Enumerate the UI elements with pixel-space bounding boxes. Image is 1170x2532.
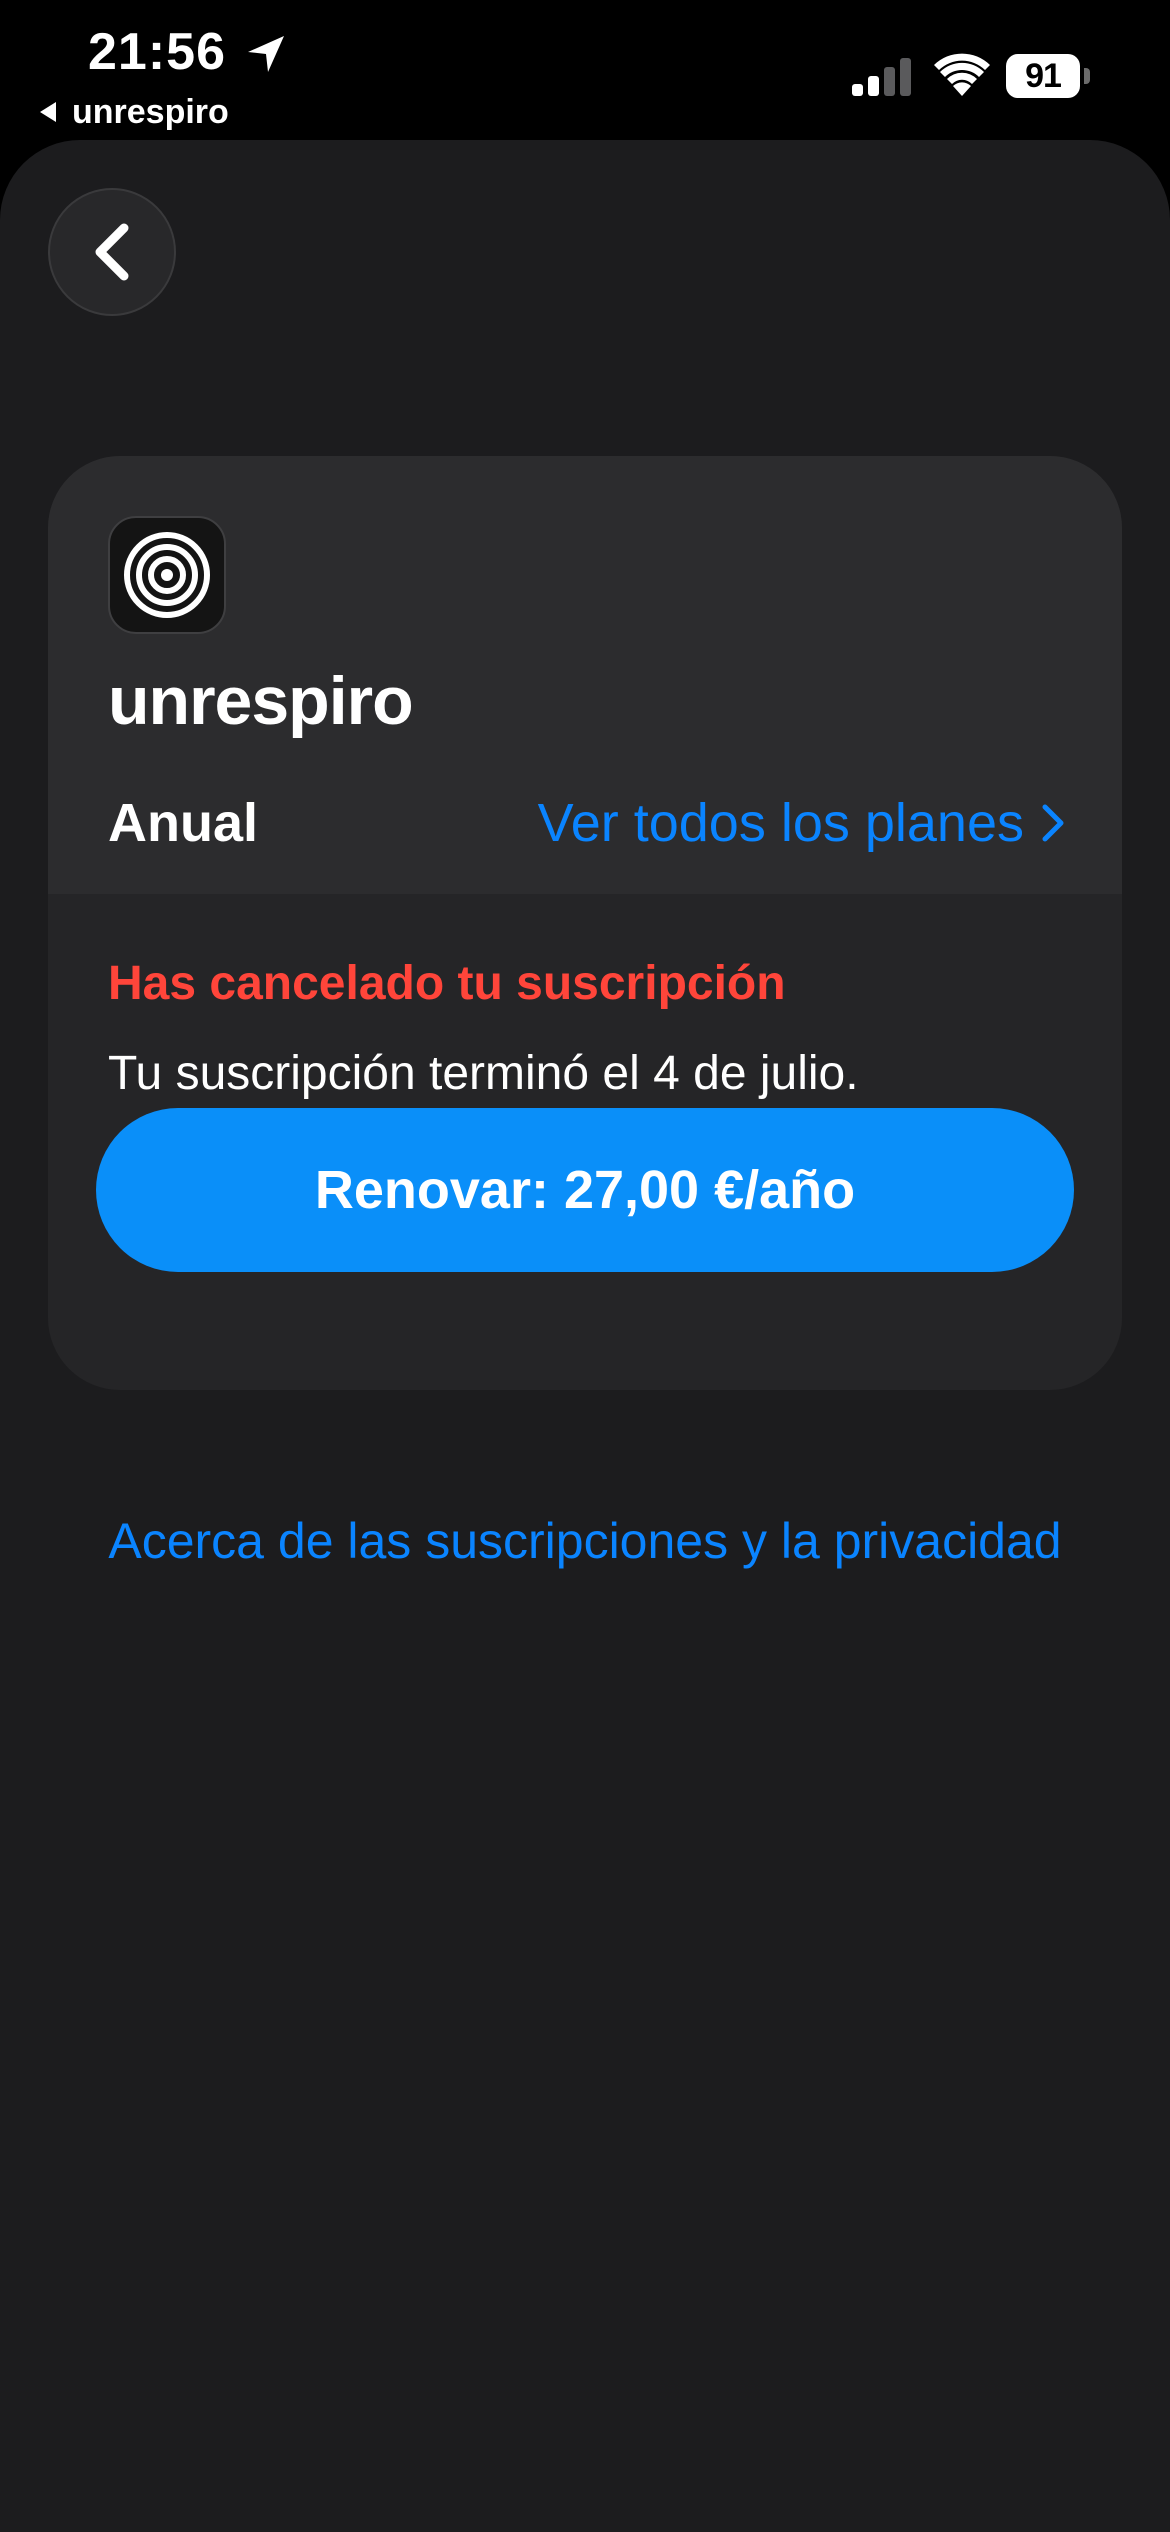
chevron-left-icon [95,223,129,281]
app-name: unrespiro [108,663,414,739]
battery-icon: 91 [1006,54,1090,98]
concentric-circles-icon [124,532,210,618]
back-button[interactable] [48,188,176,316]
back-to-app-link[interactable]: unrespiro [36,92,229,132]
wifi-icon [934,53,990,96]
battery-level: 91 [1025,56,1062,95]
view-all-plans-link[interactable]: Ver todos los planes [538,792,1066,854]
about-subscriptions-privacy-link[interactable]: Acerca de las suscripciones y la privaci… [0,1512,1170,1570]
subscription-screen: 21:56 unrespiro 91 unrespiro Anual Ver t… [0,0,1170,2532]
subscription-end-message: Tu suscripción terminó el 4 de julio. [108,1047,859,1100]
location-arrow-icon [248,36,284,72]
back-triangle-icon [40,102,56,122]
renew-button-label: Renovar: 27,00 €/año [314,1160,856,1220]
status-bar: 21:56 unrespiro 91 [0,0,1170,140]
battery-tip [1084,68,1090,84]
cancellation-status-title: Has cancelado tu suscripción [108,957,786,1010]
subscription-card: unrespiro Anual Ver todos los planes Has… [48,456,1122,1390]
plan-name: Anual [108,793,259,853]
battery-body: 91 [1006,54,1080,98]
app-icon [108,516,226,634]
back-to-app-label: unrespiro [72,92,229,131]
chevron-right-icon [1042,804,1064,842]
view-all-plans-label: Ver todos los planes [537,793,1024,853]
subscription-card-header: unrespiro Anual Ver todos los planes [48,456,1122,894]
status-time: 21:56 [88,23,226,81]
cellular-signal-icon [852,58,911,96]
subscription-sheet: unrespiro Anual Ver todos los planes Has… [0,140,1170,2532]
renew-subscription-button[interactable]: Renovar: 27,00 €/año [96,1108,1074,1272]
